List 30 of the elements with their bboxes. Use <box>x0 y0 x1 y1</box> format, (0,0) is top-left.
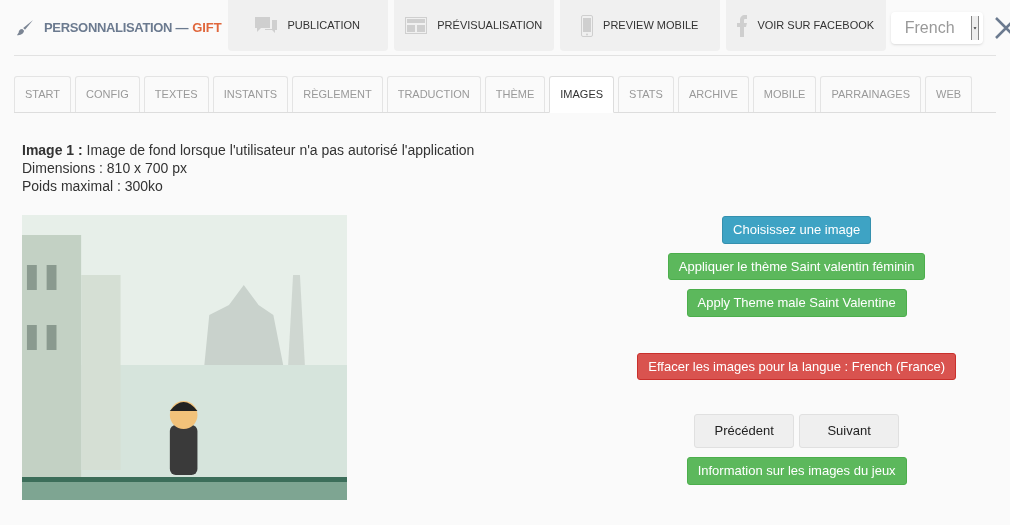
app-title: PERSONNALISATION — <box>44 18 189 37</box>
tab[interactable]: INSTANTS <box>212 76 289 112</box>
image-max-weight: Poids maximal : 300ko <box>22 177 164 195</box>
action-button[interactable]: Apply Theme male Saint Valentine <box>686 289 907 317</box>
action-button[interactable]: Appliquer le thème Saint valentin féminin <box>667 252 926 280</box>
tab[interactable]: CONFIG <box>75 76 140 112</box>
header-button[interactable]: PUBLICATION <box>227 0 388 51</box>
image-dimensions: Dimensions : 810 x 700 px <box>22 159 188 177</box>
action-button[interactable]: Choisissez une image <box>722 216 872 244</box>
action-button[interactable]: Information sur les images du jeux <box>686 457 907 485</box>
action-button[interactable]: Effacer les images pour la langue : French (France) <box>637 352 956 380</box>
tab[interactable]: WEB <box>925 76 973 112</box>
tab[interactable]: RÈGLEMENT <box>292 76 383 112</box>
header-button[interactable]: PRÉVISUALISATION <box>393 0 554 51</box>
tab[interactable]: STATS <box>618 76 674 112</box>
header-button[interactable]: PREVIEW MOBILE <box>559 0 720 51</box>
action-button[interactable]: Suivant <box>799 414 900 448</box>
tab[interactable]: TEXTES <box>143 76 209 112</box>
tab[interactable]: TRADUCTION <box>386 76 481 112</box>
tab[interactable]: MOBILE <box>752 76 817 112</box>
tab[interactable]: ARCHIVE <box>677 76 749 112</box>
app-subtitle: GIFT <box>192 18 222 37</box>
language-select[interactable]: French <box>890 11 983 44</box>
action-button[interactable]: Précédent <box>694 414 795 448</box>
header-button[interactable]: VOIR SUR FACEBOOK <box>725 0 886 51</box>
tab[interactable]: THÈME <box>484 76 546 112</box>
image-description: Image 1 : Image de fond lorsque l'utilisateur n'a pas autorisé l'application <box>22 141 476 159</box>
tab[interactable]: PARRAINAGES <box>820 76 922 112</box>
tab[interactable]: IMAGES <box>549 76 615 113</box>
tab[interactable]: START <box>14 76 72 112</box>
